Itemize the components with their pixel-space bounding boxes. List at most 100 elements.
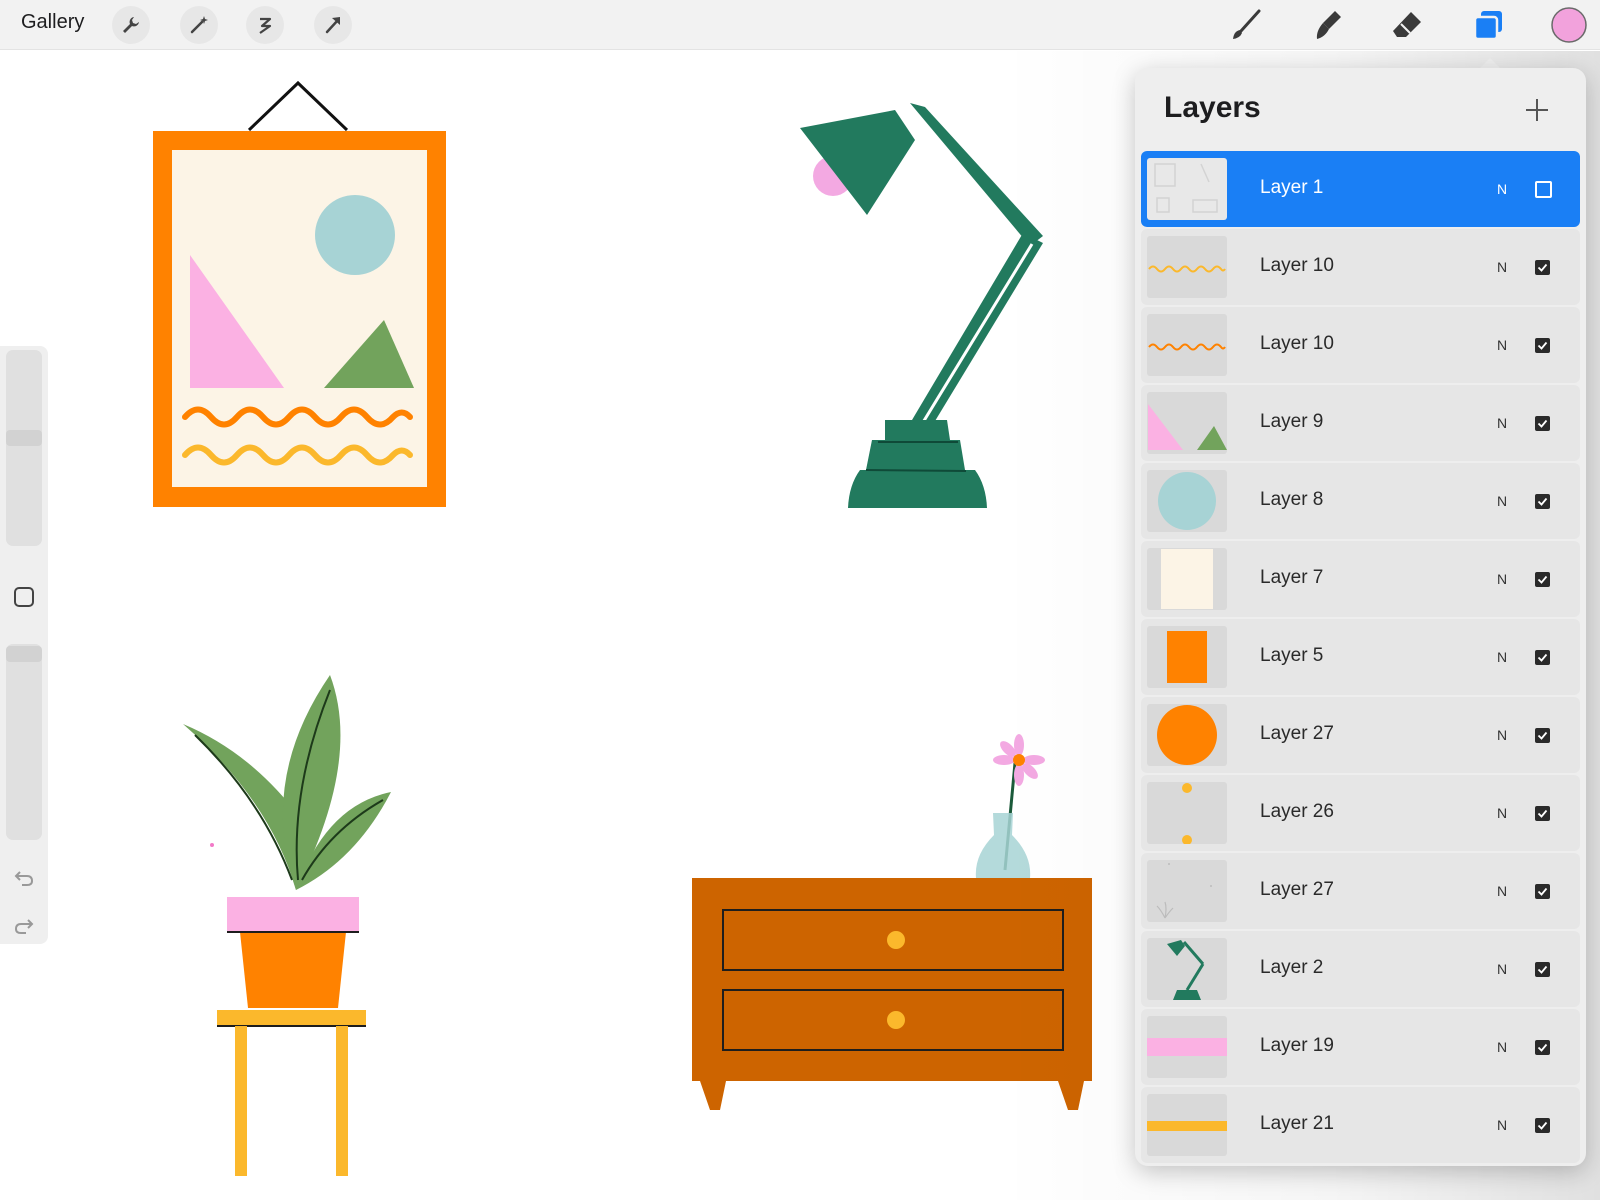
actions-button[interactable] <box>112 6 150 44</box>
layer-name: Layer 7 <box>1260 567 1324 588</box>
undo-button[interactable] <box>13 866 35 888</box>
transform-arrow-icon <box>325 17 340 34</box>
checkmark-icon <box>1537 809 1548 818</box>
layer-thumbnail <box>1147 782 1227 844</box>
top-toolbar: Gallery <box>0 0 1600 50</box>
framed-picture <box>153 80 446 507</box>
brush-button[interactable] <box>1225 4 1267 46</box>
layer-visibility-checkbox[interactable] <box>1535 728 1550 743</box>
layer-name: Layer 2 <box>1260 957 1324 978</box>
layer-visibility-checkbox[interactable] <box>1535 884 1550 899</box>
layer-row[interactable]: Layer 7 N <box>1141 541 1580 617</box>
layer-visibility-checkbox[interactable] <box>1535 494 1550 509</box>
blend-mode-button[interactable]: N <box>1497 259 1507 275</box>
blend-mode-button[interactable]: N <box>1497 415 1507 431</box>
gallery-button[interactable]: Gallery <box>21 11 84 34</box>
adjustments-button[interactable] <box>180 6 218 44</box>
brush-size-slider[interactable] <box>6 350 42 546</box>
potted-plant <box>183 675 391 1176</box>
layer-row[interactable]: Layer 9 N <box>1141 385 1580 461</box>
layer-visibility-checkbox[interactable] <box>1535 806 1550 821</box>
layer-row[interactable]: Layer 27 N <box>1141 853 1580 929</box>
layer-visibility-checkbox[interactable] <box>1535 650 1550 665</box>
layer-name: Layer 8 <box>1260 489 1324 510</box>
layer-name: Layer 5 <box>1260 645 1324 666</box>
layer-thumbnail <box>1147 314 1227 376</box>
modify-square-icon <box>14 587 34 607</box>
checkmark-icon <box>1537 341 1548 350</box>
layer-name: Layer 27 <box>1260 723 1334 744</box>
layer-thumbnail <box>1147 938 1227 1000</box>
layer-row[interactable]: Layer 19 N <box>1141 1009 1580 1085</box>
layer-thumbnail <box>1147 158 1227 220</box>
checkmark-icon <box>1537 731 1548 740</box>
layer-thumbnail <box>1147 704 1227 766</box>
opacity-slider-thumb[interactable] <box>6 646 42 662</box>
layer-name: Layer 27 <box>1260 879 1334 900</box>
layer-visibility-checkbox[interactable] <box>1535 1118 1550 1133</box>
layer-visibility-checkbox[interactable] <box>1535 416 1550 431</box>
plus-icon <box>1526 99 1548 121</box>
layer-visibility-checkbox[interactable] <box>1535 1040 1550 1055</box>
smudge-icon <box>1316 11 1341 39</box>
smudge-button[interactable] <box>1306 4 1348 46</box>
layer-visibility-checkbox[interactable] <box>1535 338 1550 353</box>
layers-panel-title: Layers <box>1164 91 1261 124</box>
brush-size-slider-thumb[interactable] <box>6 430 42 446</box>
layer-row[interactable]: Layer 27 N <box>1141 697 1580 773</box>
blend-mode-button[interactable]: N <box>1497 1039 1507 1055</box>
transform-button[interactable] <box>314 6 352 44</box>
blend-mode-button[interactable]: N <box>1497 1117 1507 1133</box>
layer-row[interactable]: Layer 5 N <box>1141 619 1580 695</box>
layer-thumbnail <box>1147 626 1227 688</box>
checkmark-icon <box>1537 653 1548 662</box>
blend-mode-button[interactable]: N <box>1497 649 1507 665</box>
layer-thumbnail <box>1147 392 1227 454</box>
layer-thumbnail <box>1147 1016 1227 1078</box>
layer-name: Layer 10 <box>1260 255 1334 276</box>
layer-row[interactable]: Layer 2 N <box>1141 931 1580 1007</box>
blend-mode-button[interactable]: N <box>1497 493 1507 509</box>
layer-visibility-checkbox[interactable] <box>1535 962 1550 977</box>
layer-row[interactable]: Layer 10 N <box>1141 307 1580 383</box>
layer-thumbnail <box>1147 236 1227 298</box>
blend-mode-button[interactable]: N <box>1497 727 1507 743</box>
brush-icon <box>1233 9 1261 39</box>
layer-visibility-checkbox[interactable] <box>1535 181 1552 198</box>
layer-name: Layer 26 <box>1260 801 1334 822</box>
blend-mode-button[interactable]: N <box>1497 805 1507 821</box>
blend-mode-button[interactable]: N <box>1497 181 1507 197</box>
layer-thumbnail <box>1147 470 1227 532</box>
selection-button[interactable] <box>246 6 284 44</box>
layer-thumbnail <box>1147 860 1227 922</box>
layer-name: Layer 21 <box>1260 1113 1334 1134</box>
opacity-slider[interactable] <box>6 644 42 840</box>
color-button[interactable] <box>1548 4 1590 46</box>
layer-row[interactable]: Layer 10 N <box>1141 229 1580 305</box>
layer-row[interactable]: Layer 21 N <box>1141 1087 1580 1163</box>
layer-visibility-checkbox[interactable] <box>1535 572 1550 587</box>
selection-icon <box>259 17 272 34</box>
blend-mode-button[interactable]: N <box>1497 337 1507 353</box>
layer-row[interactable]: Layer 1 N <box>1141 151 1580 227</box>
checkmark-icon <box>1537 1043 1548 1052</box>
redo-icon <box>14 919 34 934</box>
layers-button[interactable] <box>1468 4 1510 46</box>
blend-mode-button[interactable]: N <box>1497 571 1507 587</box>
redo-button[interactable] <box>13 914 35 936</box>
checkmark-icon <box>1537 419 1548 428</box>
blend-mode-button[interactable]: N <box>1497 883 1507 899</box>
layer-name: Layer 1 <box>1260 177 1324 198</box>
layer-row[interactable]: Layer 26 N <box>1141 775 1580 851</box>
magic-wand-icon <box>190 16 208 34</box>
blend-mode-button[interactable]: N <box>1497 961 1507 977</box>
wrench-icon <box>123 17 139 33</box>
add-layer-button[interactable] <box>1519 92 1555 128</box>
layer-thumbnail <box>1147 1094 1227 1156</box>
undo-icon <box>14 871 34 886</box>
checkmark-icon <box>1537 1121 1548 1130</box>
eraser-button[interactable] <box>1386 4 1428 46</box>
layer-row[interactable]: Layer 8 N <box>1141 463 1580 539</box>
layer-visibility-checkbox[interactable] <box>1535 260 1550 275</box>
modify-button[interactable] <box>13 586 35 608</box>
